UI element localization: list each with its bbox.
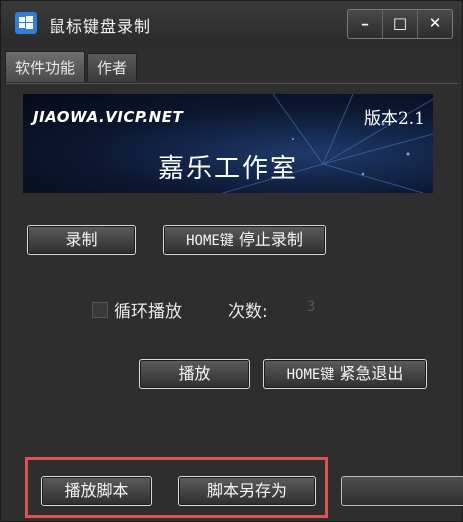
stop-record-button[interactable]: HOME键 停止录制 [163,225,326,255]
maximize-icon: □ [392,14,408,32]
loop-play-checkbox[interactable] [92,302,108,318]
banner-studio-name: 嘉乐工作室 [157,154,298,184]
emergency-exit-label: 紧急退出 [334,364,404,383]
play-count-input[interactable] [281,295,341,319]
stop-hotkey-label: HOME键 [186,233,234,249]
banner-image: JIAOWA.VICP.NET 版本2.1 嘉乐工作室 [23,94,433,193]
tab-author[interactable]: 作者 [87,53,138,82]
play-button[interactable]: 播放 [139,359,250,389]
record-button-label: 录制 [65,230,98,249]
windows-app-icon [15,12,37,34]
save-script-as-label: 脚本另存为 [206,481,287,500]
offscreen-button[interactable] [341,476,463,506]
window-controls: ━ □ ✕ [347,9,453,39]
close-button[interactable]: ✕ [418,10,452,38]
play-count-label: 次数: [228,302,268,322]
play-script-button[interactable]: 播放脚本 [41,476,152,506]
record-button[interactable]: 录制 [27,225,136,255]
emergency-exit-button[interactable]: HOME键 紧急退出 [263,359,427,389]
minimize-icon: ━ [361,20,369,31]
banner-version: 版本2.1 [363,109,425,129]
main-window: 鼠标键盘录制 ━ □ ✕ 软件功能 作者 JIAOWA.VICP.NET 版本2… [0,0,463,522]
maximize-button[interactable]: □ [383,10,418,38]
exit-hotkey-label: HOME键 [286,367,335,383]
play-button-label: 播放 [178,364,211,383]
minimize-button[interactable]: ━ [348,10,383,38]
tab-bar: 软件功能 作者 [5,51,139,83]
save-script-as-button[interactable]: 脚本另存为 [178,476,316,506]
tab-software-functions[interactable]: 软件功能 [5,51,86,82]
banner-site-url: JIAOWA.VICP.NET [33,108,184,126]
title-bar[interactable]: 鼠标键盘录制 ━ □ ✕ [1,1,462,47]
close-icon: ✕ [428,14,442,32]
loop-play-label: 循环播放 [114,302,182,322]
window-title: 鼠标键盘录制 [49,17,152,36]
stop-record-label: 停止录制 [233,230,303,249]
play-script-label: 播放脚本 [64,481,129,500]
